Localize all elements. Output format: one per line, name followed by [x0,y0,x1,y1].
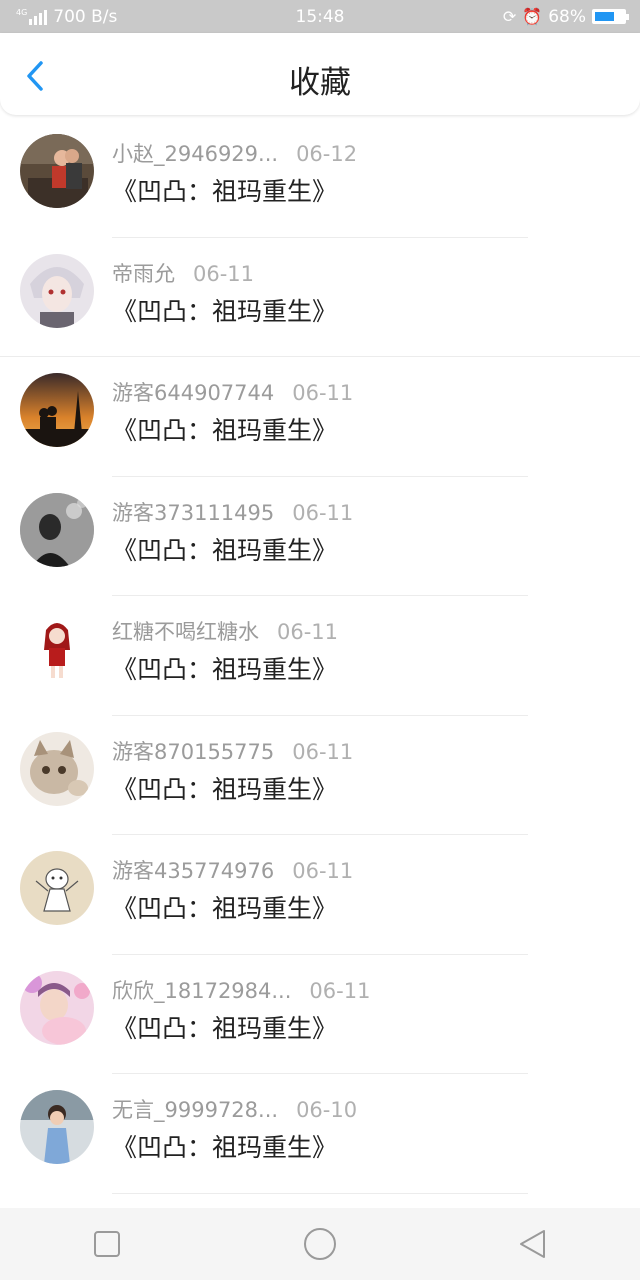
status-left: 4G 700 B/s [16,7,117,27]
username[interactable]: 游客373111495 [112,501,274,525]
list-item[interactable]: 游客644907744 06-11 《凹凸：祖玛重生》 [0,357,640,477]
book-title[interactable]: 《凹凸：祖玛重生》 [112,770,337,806]
username[interactable]: 游客870155775 [112,740,274,764]
book-title[interactable]: 《凹凸：祖玛重生》 [112,531,337,567]
alarm-icon: ⏰ [522,7,543,26]
date: 06-11 [193,261,255,286]
avatar[interactable] [20,492,94,567]
book-title[interactable]: 《凹凸：祖玛重生》 [112,292,337,328]
item-meta: 游客870155775 06-11 [112,736,353,766]
avatar[interactable] [20,612,94,686]
username[interactable]: 游客435774976 [112,859,274,883]
item-meta: 小赵_2946929... 06-12 [112,138,357,168]
date: 06-11 [309,978,371,1003]
square-icon [93,1231,120,1257]
avatar[interactable] [20,970,94,1045]
triangle-back-icon [520,1230,546,1258]
item-meta: 游客435774976 06-11 [112,855,353,885]
list-item[interactable]: 游客373111495 06-11 《凹凸：祖玛重生》 [0,477,640,596]
username[interactable]: 游客644907744 [112,381,274,405]
list-item[interactable]: 小赵_2946929... 06-12 《凹凸：祖玛重生》 [0,118,640,238]
favorites-list: 小赵_2946929... 06-12 《凹凸：祖玛重生》 帝雨允 06-11 《凹… [0,118,640,1194]
book-title[interactable]: 《凹凸：祖玛重生》 [112,889,337,925]
item-meta: 帝雨允 06-11 [112,258,254,288]
avatar[interactable] [20,731,94,806]
circle-icon [303,1228,336,1260]
date: 06-11 [277,620,339,644]
list-item[interactable]: 欣欣_18172984... 06-11 《凹凸：祖玛重生》 [0,955,640,1074]
list-item[interactable]: 帝雨允 06-11 《凹凸：祖玛重生》 [0,238,640,357]
battery-icon [592,9,629,24]
date: 06-10 [296,1098,358,1122]
status-right: ⟳ ⏰ 68% [502,6,629,27]
battery-fill [595,12,615,21]
date: 06-11 [292,739,354,764]
status-bar: 4G 700 B/s 15:48 ⟳ ⏰ 68% [0,0,640,33]
book-title[interactable]: 《凹凸：祖玛重生》 [112,1128,337,1164]
app-header: 收藏 [0,33,640,115]
divider [112,1192,528,1194]
page-title: 收藏 [289,65,351,101]
back-nav-button[interactable] [513,1224,553,1264]
username[interactable]: 小赵_2946929... [112,142,278,166]
signal-icon: 4G [16,7,48,25]
book-title[interactable]: 《凹凸：祖玛重生》 [112,411,337,447]
list-item[interactable]: 游客870155775 06-11 《凹凸：祖玛重生》 [0,716,640,835]
date: 06-11 [292,859,354,883]
avatar[interactable] [20,1090,94,1164]
battery-percent: 68% [548,6,586,27]
item-meta: 无言_9999728... 06-10 [112,1094,357,1124]
username[interactable]: 红糖不喝红糖水 [112,620,259,644]
username[interactable]: 欣欣_18172984... [112,979,291,1003]
network-speed: 700 B/s [53,6,118,27]
avatar[interactable] [20,851,94,925]
favorites-screen: 4G 700 B/s 15:48 ⟳ ⏰ 68% 收藏 小赵_2946929..… [0,0,640,1280]
avatar[interactable] [20,373,94,447]
book-title[interactable]: 《凹凸：祖玛重生》 [112,1009,337,1045]
date: 06-12 [296,142,358,166]
book-title[interactable]: 《凹凸：祖玛重生》 [112,172,337,208]
home-button[interactable] [300,1224,340,1264]
system-nav-bar [0,1208,640,1280]
network-type: 4G [16,7,28,17]
date: 06-11 [292,500,354,525]
book-title[interactable]: 《凹凸：祖玛重生》 [112,650,337,686]
username[interactable]: 帝雨允 [112,262,175,286]
item-meta: 游客644907744 06-11 [112,377,353,407]
date: 06-11 [292,381,354,405]
list-item[interactable]: 红糖不喝红糖水 06-11 《凹凸：祖玛重生》 [0,596,640,716]
username[interactable]: 无言_9999728... [112,1098,278,1122]
list-item[interactable]: 游客435774976 06-11 《凹凸：祖玛重生》 [0,835,640,955]
recent-apps-button[interactable] [87,1224,127,1264]
item-meta: 游客373111495 06-11 [112,497,353,527]
avatar[interactable] [20,253,94,328]
item-meta: 红糖不喝红糖水 06-11 [112,616,338,646]
avatar[interactable] [20,134,94,208]
list-item[interactable]: 无言_9999728... 06-10 《凹凸：祖玛重生》 [0,1074,640,1194]
item-meta: 欣欣_18172984... 06-11 [112,975,370,1005]
rotation-lock-icon: ⟳ [502,7,517,26]
